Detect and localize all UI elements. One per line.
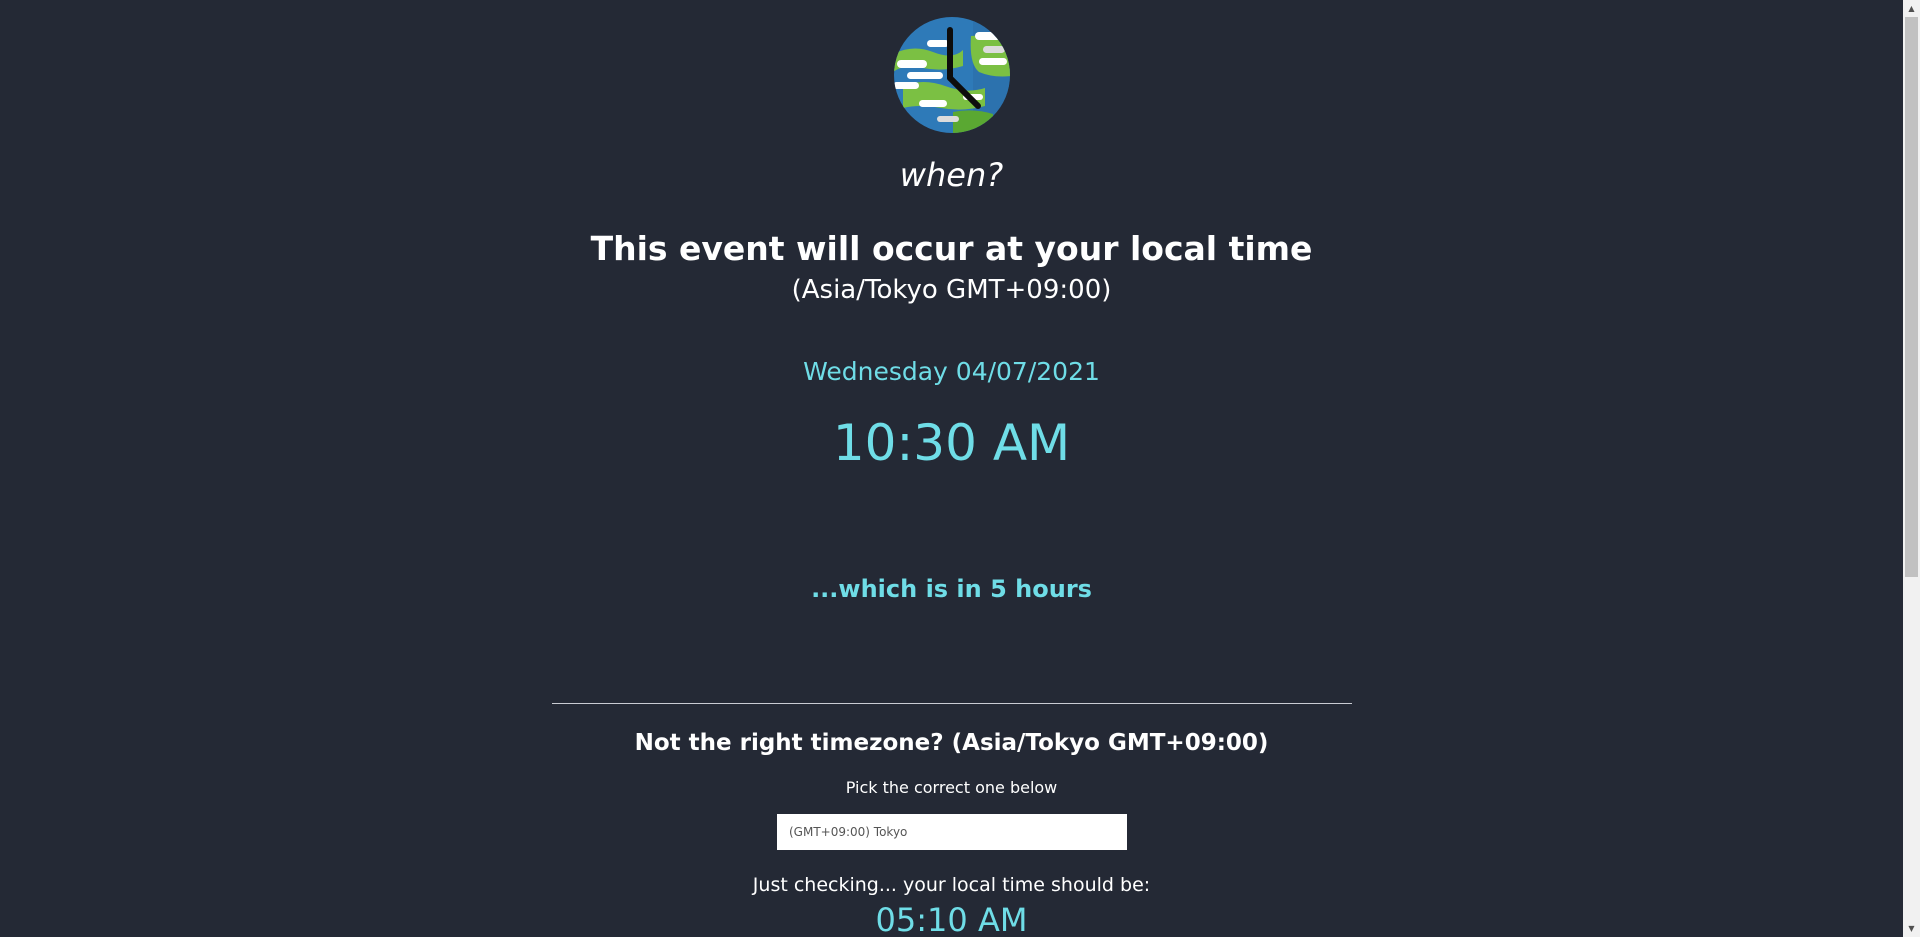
timezone-select[interactable]: (GMT+09:00) Tokyo bbox=[777, 814, 1127, 850]
scroll-down-arrow-icon[interactable]: ▼ bbox=[1903, 920, 1920, 937]
detected-timezone: (Asia/Tokyo GMT+09:00) bbox=[791, 275, 1112, 305]
pick-instruction: Pick the correct one below bbox=[845, 778, 1058, 797]
page: when? This event will occur at your loca… bbox=[0, 0, 1903, 937]
brand-name: when? bbox=[899, 156, 1004, 194]
scrollbar-thumb[interactable] bbox=[1905, 17, 1918, 577]
event-headline: This event will occur at your local time bbox=[590, 229, 1313, 268]
globe-clock-icon bbox=[893, 16, 1011, 134]
section-divider bbox=[552, 703, 1352, 704]
checking-label: Just checking... your local time should … bbox=[752, 874, 1151, 896]
wrong-timezone-heading: Not the right timezone? (Asia/Tokyo GMT+… bbox=[634, 730, 1269, 756]
relative-time: ...which is in 5 hours bbox=[811, 575, 1092, 603]
local-time-value: 05:10 AM bbox=[875, 901, 1028, 937]
event-time: 10:30 AM bbox=[832, 414, 1071, 472]
event-date: Wednesday 04/07/2021 bbox=[803, 357, 1100, 386]
scroll-up-arrow-icon[interactable]: ▲ bbox=[1903, 0, 1920, 17]
vertical-scrollbar[interactable]: ▲ ▼ bbox=[1903, 0, 1920, 937]
